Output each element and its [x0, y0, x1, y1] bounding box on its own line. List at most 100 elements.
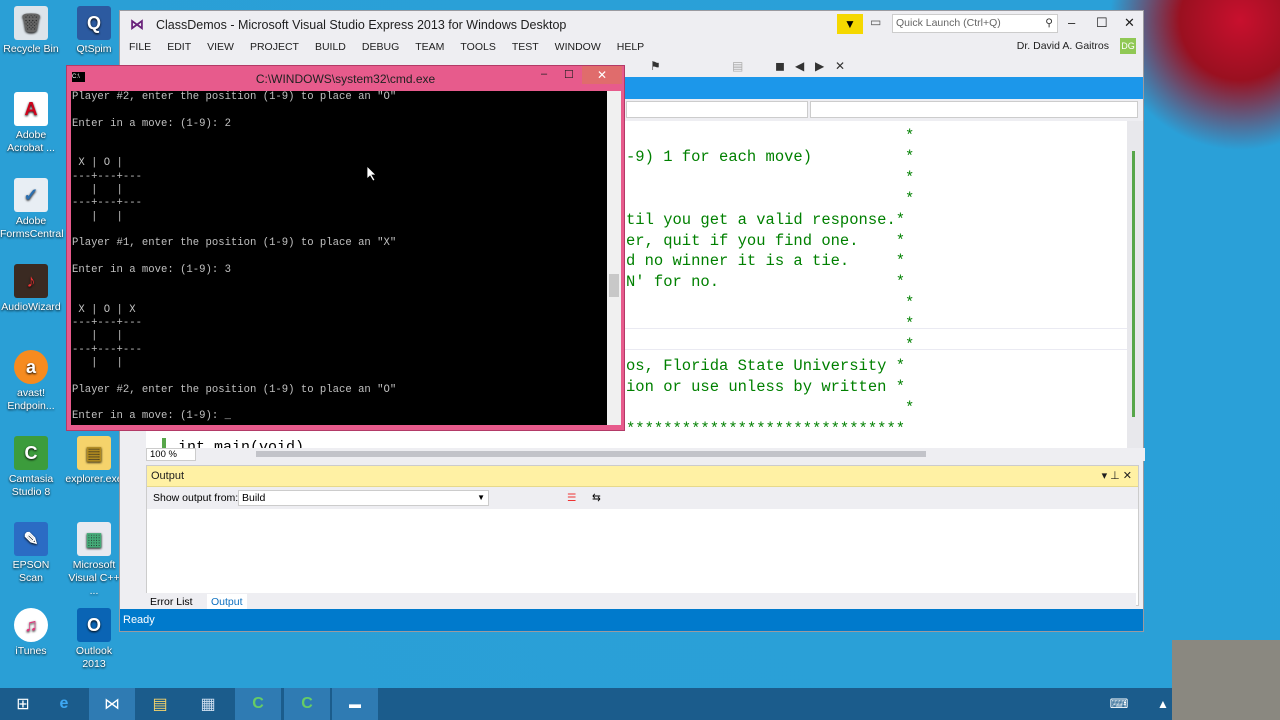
minimize-button[interactable]: – [541, 68, 547, 80]
panel-controls[interactable]: ▾ ⊥ ✕ [1102, 466, 1132, 486]
console-text: Player #2, enter the position (1-9) to p… [72, 91, 397, 423]
vs-window-title: ClassDemos - Microsoft Visual Studio Exp… [156, 18, 567, 32]
webcam-overlay [1172, 640, 1280, 720]
output-panel: Output ▾ ⊥ ✕ Show output from: Build ▼ ☰… [146, 465, 1139, 606]
maximize-button[interactable]: ☐ [1096, 15, 1108, 31]
menu-project[interactable]: PROJECT [250, 38, 299, 56]
cmd-taskbar-icon[interactable]: ▬ [332, 688, 378, 720]
menu-build[interactable]: BUILD [315, 38, 346, 56]
itunes-icon: ♫ [14, 608, 48, 642]
show-output-value: Build [242, 492, 266, 504]
user-name[interactable]: Dr. David A. Gaitros [1017, 40, 1109, 52]
desktop-icon-forms-central[interactable]: ✓ Adobe FormsCentral [0, 178, 64, 241]
tab-output[interactable]: Output [207, 594, 247, 610]
internet-explorer-icon[interactable]: e [41, 688, 87, 720]
visual-studio-taskbar-icon[interactable]: ⋈ [89, 688, 135, 720]
show-output-label: Show output from: [153, 492, 239, 504]
desktop-icon-label: Adobe Acrobat ... [7, 129, 55, 154]
code-comment-block: * -9) 1 for each move) * * * til you get… [626, 127, 915, 438]
desktop-icon-label: EPSON Scan [12, 559, 50, 584]
status-text: Ready [123, 614, 155, 626]
desktop-icon-avast[interactable]: a avast! Endpoin... [0, 350, 62, 413]
desktop-icon-adobe-acrobat[interactable]: A Adobe Acrobat ... [0, 92, 62, 155]
camtasia-recorder-icon[interactable]: C [284, 688, 330, 720]
menu-test[interactable]: TEST [512, 38, 539, 56]
feedback-icon[interactable]: ▭ [870, 15, 886, 31]
desktop-icon-recycle-bin[interactable]: 🗑 Recycle Bin [0, 6, 62, 56]
visual-cpp-icon: ▦ [77, 522, 111, 556]
bookmark-next-icon[interactable]: ▶ [815, 59, 824, 73]
toolbar-icon[interactable]: ⚑ [650, 59, 661, 73]
desktop-icon-epson-scan[interactable]: ✎ EPSON Scan [0, 522, 62, 585]
adobe-acrobat-icon: A [14, 92, 48, 126]
search-icon: ⚲ [1045, 17, 1053, 29]
word-wrap-icon[interactable]: ⇆ [592, 487, 601, 509]
menu-view[interactable]: VIEW [207, 38, 234, 56]
desktop-icon-qtspim[interactable]: Q QtSpim [63, 6, 125, 56]
camtasia-icon: C [14, 436, 48, 470]
forms-central-icon: ✓ [14, 178, 48, 212]
menu-edit[interactable]: EDIT [167, 38, 191, 56]
zoom-dropdown[interactable]: 100 % [146, 448, 196, 461]
chevron-down-icon: ▼ [477, 493, 485, 502]
show-output-dropdown[interactable]: Build ▼ [238, 490, 489, 506]
desktop-icon-explorer[interactable]: ▤ explorer.exe [63, 436, 125, 486]
quick-launch-input[interactable]: Quick Launch (Ctrl+Q) ⚲ [892, 14, 1058, 33]
clear-all-icon[interactable]: ☰ [567, 487, 576, 509]
avast-icon: a [14, 350, 48, 384]
taskbar: ⊞ e ⋈ ▤ ▦ C C ▬ ⌨ ▲ [0, 688, 1280, 720]
status-bar: Ready [120, 609, 1143, 631]
cmd-window: C:\ C:\WINDOWS\system32\cmd.exe – ☐ ✕ Pl… [66, 65, 625, 431]
desktop-icon-label: avast! Endpoin... [7, 387, 55, 412]
editor-vertical-scrollbar[interactable] [1127, 121, 1143, 451]
desktop-icon-camtasia[interactable]: C Camtasia Studio 8 [0, 436, 62, 499]
close-button[interactable]: ✕ [1124, 15, 1135, 31]
cmd-title-bar[interactable]: C:\ C:\WINDOWS\system32\cmd.exe – ☐ ✕ [67, 66, 624, 90]
avatar[interactable]: DG [1120, 38, 1136, 54]
toolbar-icon[interactable]: ▤ [732, 59, 743, 73]
member-dropdown[interactable] [810, 101, 1138, 118]
menu-file[interactable]: FILE [129, 38, 151, 56]
camtasia-taskbar-icon[interactable]: C [235, 688, 281, 720]
audiowizard-icon: ♪ [14, 264, 48, 298]
minimize-button[interactable]: – [1068, 15, 1075, 30]
desktop-icon-label: explorer.exe [65, 473, 123, 485]
output-title: Output [151, 470, 185, 482]
desktop-icon-label: Camtasia Studio 8 [8, 473, 54, 498]
menu-tools[interactable]: TOOLS [460, 38, 495, 56]
menu-debug[interactable]: DEBUG [362, 38, 399, 56]
close-button[interactable]: ✕ [582, 66, 622, 84]
start-button[interactable]: ⊞ [0, 688, 46, 720]
maximize-button[interactable]: ☐ [564, 68, 574, 81]
desktop-icon-label: AudioWizard [1, 301, 61, 313]
scrollbar-thumb[interactable] [609, 274, 619, 297]
desktop-icon-itunes[interactable]: ♫ iTunes [0, 608, 62, 658]
console-scrollbar[interactable] [607, 91, 621, 425]
desktop-icon-visual-cpp[interactable]: ▦ Microsoft Visual C++ ... [63, 522, 125, 598]
bookmark-icon[interactable]: ◼ [775, 59, 785, 73]
bookmark-prev-icon[interactable]: ◀ [795, 59, 804, 73]
bookmark-clear-icon[interactable]: ✕ [835, 59, 845, 73]
visual-studio-icon: ⋈ [130, 16, 144, 32]
folder-icon: ▤ [77, 436, 111, 470]
file-explorer-icon[interactable]: ▤ [137, 688, 183, 720]
scope-dropdown[interactable] [626, 101, 808, 118]
recycle-bin-icon: 🗑 [14, 6, 48, 40]
filter-icon[interactable]: ▼ [837, 14, 863, 34]
vs-title-bar: ⋈ ClassDemos - Microsoft Visual Studio E… [120, 11, 1143, 37]
paint-icon[interactable]: ▦ [185, 688, 231, 720]
desktop-icon-label: Adobe FormsCentral [0, 215, 64, 240]
console-output[interactable]: Player #2, enter the position (1-9) to p… [71, 91, 607, 425]
desktop-icon-audiowizard[interactable]: ♪ AudioWizard [0, 264, 62, 314]
menu-help[interactable]: HELP [617, 38, 644, 56]
keyboard-icon[interactable]: ⌨ [1096, 688, 1142, 720]
menu-window[interactable]: WINDOW [555, 38, 601, 56]
change-track [1132, 151, 1135, 417]
tab-error-list[interactable]: Error List [146, 594, 197, 610]
vs-menu-bar: FILE EDIT VIEW PROJECT BUILD DEBUG TEAM TOOLS TE… [120, 38, 1143, 56]
desktop-icon-outlook[interactable]: O Outlook 2013 [63, 608, 125, 671]
menu-team[interactable]: TEAM [415, 38, 444, 56]
outlook-icon: O [77, 608, 111, 642]
horizontal-scrollbar-thumb[interactable] [256, 451, 926, 457]
output-panel-header: Output ▾ ⊥ ✕ [147, 466, 1138, 487]
